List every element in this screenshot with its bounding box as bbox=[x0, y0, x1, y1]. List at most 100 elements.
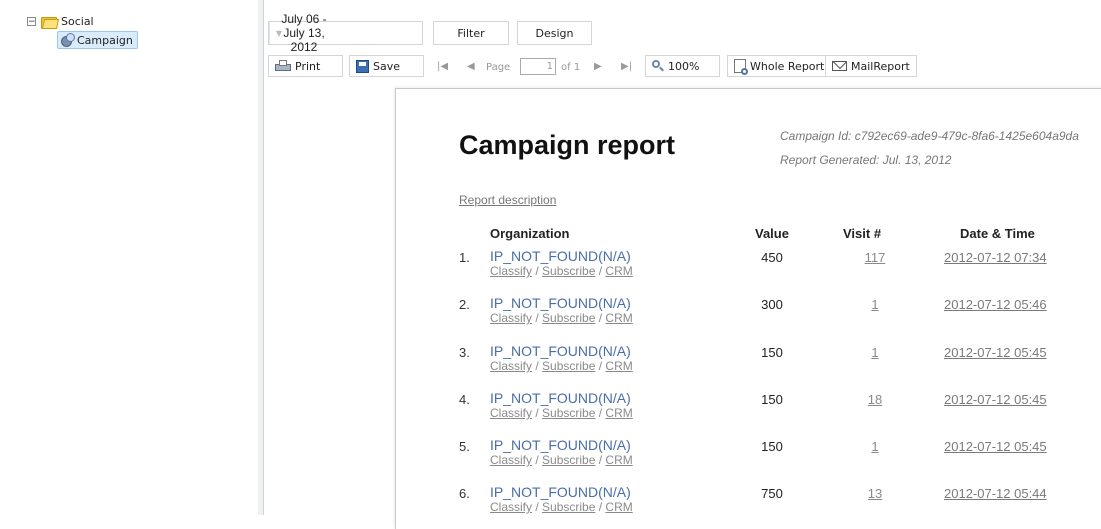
subscribe-link[interactable]: Subscribe bbox=[542, 359, 595, 373]
visit-count-link[interactable]: 1 bbox=[855, 439, 895, 454]
last-page-icon[interactable]: ▶| bbox=[621, 61, 632, 72]
value-cell: 150 bbox=[761, 392, 783, 407]
row-actions: Classify / Subscribe / CRM bbox=[490, 406, 633, 420]
column-header-datetime: Date & Time bbox=[960, 226, 1035, 241]
whole-report-label: Whole Report bbox=[750, 59, 825, 73]
zoom-button[interactable]: 100% bbox=[645, 55, 720, 77]
classify-link[interactable]: Classify bbox=[490, 311, 532, 325]
document-search-icon bbox=[734, 59, 748, 75]
organization-link[interactable]: IP_NOT_FOUND(N/A) bbox=[490, 390, 631, 406]
column-header-visits: Visit # bbox=[843, 226, 882, 241]
column-header-organization: Organization bbox=[490, 226, 570, 241]
printer-icon bbox=[275, 60, 291, 72]
datetime-link[interactable]: 2012-07-12 05:45 bbox=[944, 392, 1047, 407]
crm-link[interactable]: CRM bbox=[605, 406, 632, 420]
subscribe-link[interactable]: Subscribe bbox=[542, 264, 595, 278]
value-cell: 150 bbox=[761, 345, 783, 360]
subscribe-link[interactable]: Subscribe bbox=[542, 311, 595, 325]
crm-link[interactable]: CRM bbox=[605, 311, 632, 325]
datetime-link[interactable]: 2012-07-12 05:45 bbox=[944, 345, 1047, 360]
classify-link[interactable]: Classify bbox=[490, 264, 532, 278]
report-generated: Report Generated: Jul. 13, 2012 bbox=[780, 153, 952, 167]
report-title: Campaign report bbox=[459, 130, 676, 160]
separator: / bbox=[595, 500, 606, 514]
separator: / bbox=[595, 406, 606, 420]
column-header-value: Value bbox=[755, 226, 789, 241]
design-button[interactable]: Design bbox=[517, 21, 592, 45]
filter-button[interactable]: Filter bbox=[433, 21, 509, 45]
crm-link[interactable]: CRM bbox=[605, 359, 632, 373]
mail-icon bbox=[832, 61, 847, 71]
separator: / bbox=[595, 359, 606, 373]
separator: / bbox=[532, 406, 543, 420]
separator: / bbox=[532, 264, 543, 278]
value-cell: 150 bbox=[761, 439, 783, 454]
subscribe-link[interactable]: Subscribe bbox=[542, 500, 595, 514]
organization-link[interactable]: IP_NOT_FOUND(N/A) bbox=[490, 437, 631, 453]
crm-link[interactable]: CRM bbox=[605, 264, 632, 278]
tree-item-selected[interactable]: Campaign bbox=[57, 31, 138, 49]
visit-count-link[interactable]: 18 bbox=[855, 392, 895, 407]
save-button[interactable]: Save bbox=[349, 55, 424, 77]
separator: / bbox=[532, 359, 543, 373]
classify-link[interactable]: Classify bbox=[490, 406, 532, 420]
visit-count-link[interactable]: 117 bbox=[855, 250, 895, 265]
tree-label-social: Social bbox=[61, 15, 94, 28]
zoom-label: 100% bbox=[668, 59, 700, 73]
row-actions: Classify / Subscribe / CRM bbox=[490, 264, 633, 278]
page-label: Page bbox=[486, 62, 511, 73]
visit-count-link[interactable]: 13 bbox=[855, 486, 895, 501]
print-label: Print bbox=[295, 59, 321, 73]
campaign-icon bbox=[60, 33, 75, 47]
row-number: 4. bbox=[459, 392, 470, 407]
value-cell: 450 bbox=[761, 250, 783, 265]
page-number-input[interactable] bbox=[520, 58, 556, 75]
folder-icon bbox=[41, 16, 60, 29]
row-number: 5. bbox=[459, 439, 470, 454]
crm-link[interactable]: CRM bbox=[605, 453, 632, 467]
datetime-link[interactable]: 2012-07-12 05:44 bbox=[944, 486, 1047, 501]
datetime-link[interactable]: 2012-07-12 05:45 bbox=[944, 439, 1047, 454]
subscribe-link[interactable]: Subscribe bbox=[542, 453, 595, 467]
organization-link[interactable]: IP_NOT_FOUND(N/A) bbox=[490, 248, 631, 264]
mail-report-label: MailReport bbox=[851, 59, 910, 73]
save-label: Save bbox=[373, 59, 401, 73]
row-number: 6. bbox=[459, 486, 470, 501]
datetime-link[interactable]: 2012-07-12 07:34 bbox=[944, 250, 1047, 265]
value-cell: 300 bbox=[761, 297, 783, 312]
first-page-icon[interactable]: |◀ bbox=[437, 61, 448, 72]
classify-link[interactable]: Classify bbox=[490, 453, 532, 467]
separator: / bbox=[595, 453, 606, 467]
campaign-id: Campaign Id: c792ec69-ade9-479c-8fa6-142… bbox=[780, 129, 1079, 143]
tree-node-social[interactable]: − Social bbox=[27, 15, 94, 29]
visit-count-link[interactable]: 1 bbox=[855, 345, 895, 360]
row-number: 1. bbox=[459, 250, 470, 265]
whole-report-button[interactable]: Whole Report bbox=[727, 55, 832, 77]
print-button[interactable]: Print bbox=[268, 55, 343, 77]
date-range-select[interactable]: July 06 - July 13, 2012 ▼ bbox=[268, 12, 423, 54]
prev-page-icon[interactable]: ◀ bbox=[467, 61, 475, 72]
visit-count-link[interactable]: 1 bbox=[855, 297, 895, 312]
next-page-icon[interactable]: ▶ bbox=[594, 61, 602, 72]
row-number: 3. bbox=[459, 345, 470, 360]
crm-link[interactable]: CRM bbox=[605, 500, 632, 514]
classify-link[interactable]: Classify bbox=[490, 500, 532, 514]
report-description-link[interactable]: Report description bbox=[459, 193, 556, 207]
classify-link[interactable]: Classify bbox=[490, 359, 532, 373]
save-icon bbox=[356, 59, 369, 73]
organization-link[interactable]: IP_NOT_FOUND(N/A) bbox=[490, 295, 631, 311]
mail-report-button[interactable]: MailReport bbox=[825, 55, 917, 77]
tree-panel: − Social Campaign bbox=[0, 0, 259, 515]
datetime-link[interactable]: 2012-07-12 05:46 bbox=[944, 297, 1047, 312]
organization-link[interactable]: IP_NOT_FOUND(N/A) bbox=[490, 484, 631, 500]
row-number: 2. bbox=[459, 297, 470, 312]
zoom-icon bbox=[652, 60, 664, 72]
organization-link[interactable]: IP_NOT_FOUND(N/A) bbox=[490, 343, 631, 359]
collapse-toggle-icon[interactable]: − bbox=[27, 17, 36, 27]
tree-node-campaign[interactable]: Campaign bbox=[57, 31, 138, 49]
separator: / bbox=[532, 500, 543, 514]
date-range-value: July 06 - July 13, 2012 bbox=[281, 12, 327, 54]
separator: / bbox=[595, 311, 606, 325]
separator: / bbox=[532, 311, 543, 325]
subscribe-link[interactable]: Subscribe bbox=[542, 406, 595, 420]
